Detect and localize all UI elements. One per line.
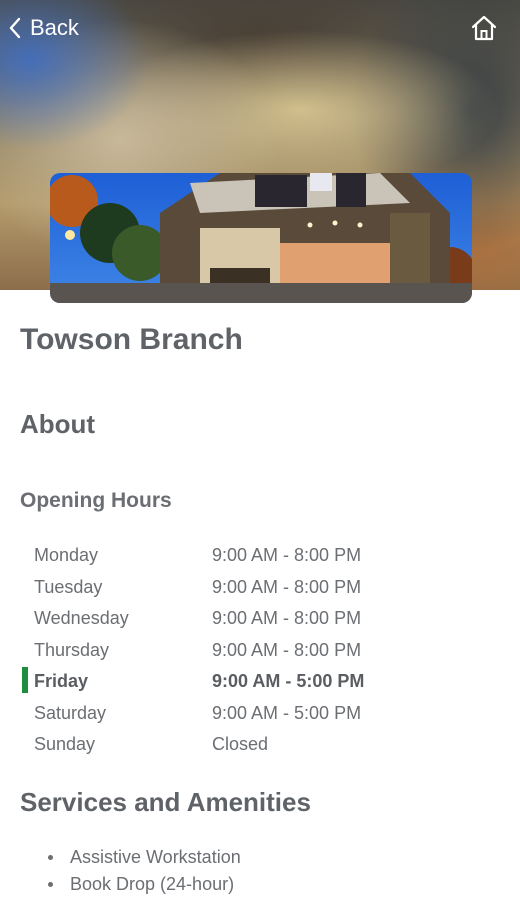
- hours-row-thursday: Thursday 9:00 AM - 8:00 PM: [20, 635, 500, 667]
- day-label: Thursday: [34, 639, 110, 660]
- page-title: Towson Branch: [20, 323, 243, 356]
- day-label: Friday: [34, 671, 89, 691]
- branch-photo: [50, 173, 472, 303]
- day-label: Monday: [34, 545, 99, 565]
- branch-details: Towson Branch About Opening Hours Monday…: [20, 320, 500, 894]
- bullet-icon: [48, 882, 53, 887]
- day-label: Wednesday: [34, 608, 129, 628]
- services-list: Assistive Workstation Book Drop (24-hour…: [20, 844, 500, 898]
- hours-row-wednesday: Wednesday 9:00 AM - 8:00 PM: [20, 603, 500, 635]
- time-value: Closed: [212, 734, 269, 754]
- opening-hours-heading: Opening Hours: [20, 489, 172, 512]
- time-value: 9:00 AM - 5:00 PM: [212, 671, 365, 691]
- day-label: Tuesday: [34, 576, 103, 597]
- services-heading: Services and Amenities: [20, 787, 311, 817]
- day-label: Saturday: [34, 702, 107, 723]
- time-value: 9:00 AM - 8:00 PM: [212, 639, 362, 660]
- time-value: 9:00 AM - 8:00 PM: [212, 545, 362, 565]
- bullet-icon: [48, 855, 53, 860]
- hours-row-friday: Friday 9:00 AM - 5:00 PM: [20, 666, 500, 698]
- top-bar: Back: [0, 0, 520, 56]
- time-value: 9:00 AM - 8:00 PM: [212, 608, 362, 628]
- hours-row-sunday: Sunday Closed: [20, 729, 500, 761]
- about-heading: About: [20, 409, 96, 439]
- hours-row-tuesday: Tuesday 9:00 AM - 8:00 PM: [20, 572, 500, 604]
- back-label: Back: [30, 15, 79, 40]
- hours-row-saturday: Saturday 9:00 AM - 5:00 PM: [20, 698, 500, 730]
- time-value: 9:00 AM - 5:00 PM: [212, 702, 362, 723]
- day-label: Sunday: [34, 734, 96, 754]
- service-label: Book Drop (24-hour): [70, 874, 235, 894]
- today-marker: [22, 667, 28, 693]
- chevron-left-icon: [9, 17, 21, 39]
- list-item: Book Drop (24-hour): [20, 871, 500, 898]
- service-label: Assistive Workstation: [70, 847, 241, 867]
- opening-hours-table: Monday 9:00 AM - 8:00 PM Tuesday 9:00 AM…: [20, 540, 500, 761]
- time-value: 9:00 AM - 8:00 PM: [212, 576, 362, 597]
- hours-row-monday: Monday 9:00 AM - 8:00 PM: [20, 540, 500, 572]
- list-item: Assistive Workstation: [20, 844, 500, 871]
- back-button[interactable]: Back: [8, 12, 79, 44]
- home-icon[interactable]: [470, 14, 498, 42]
